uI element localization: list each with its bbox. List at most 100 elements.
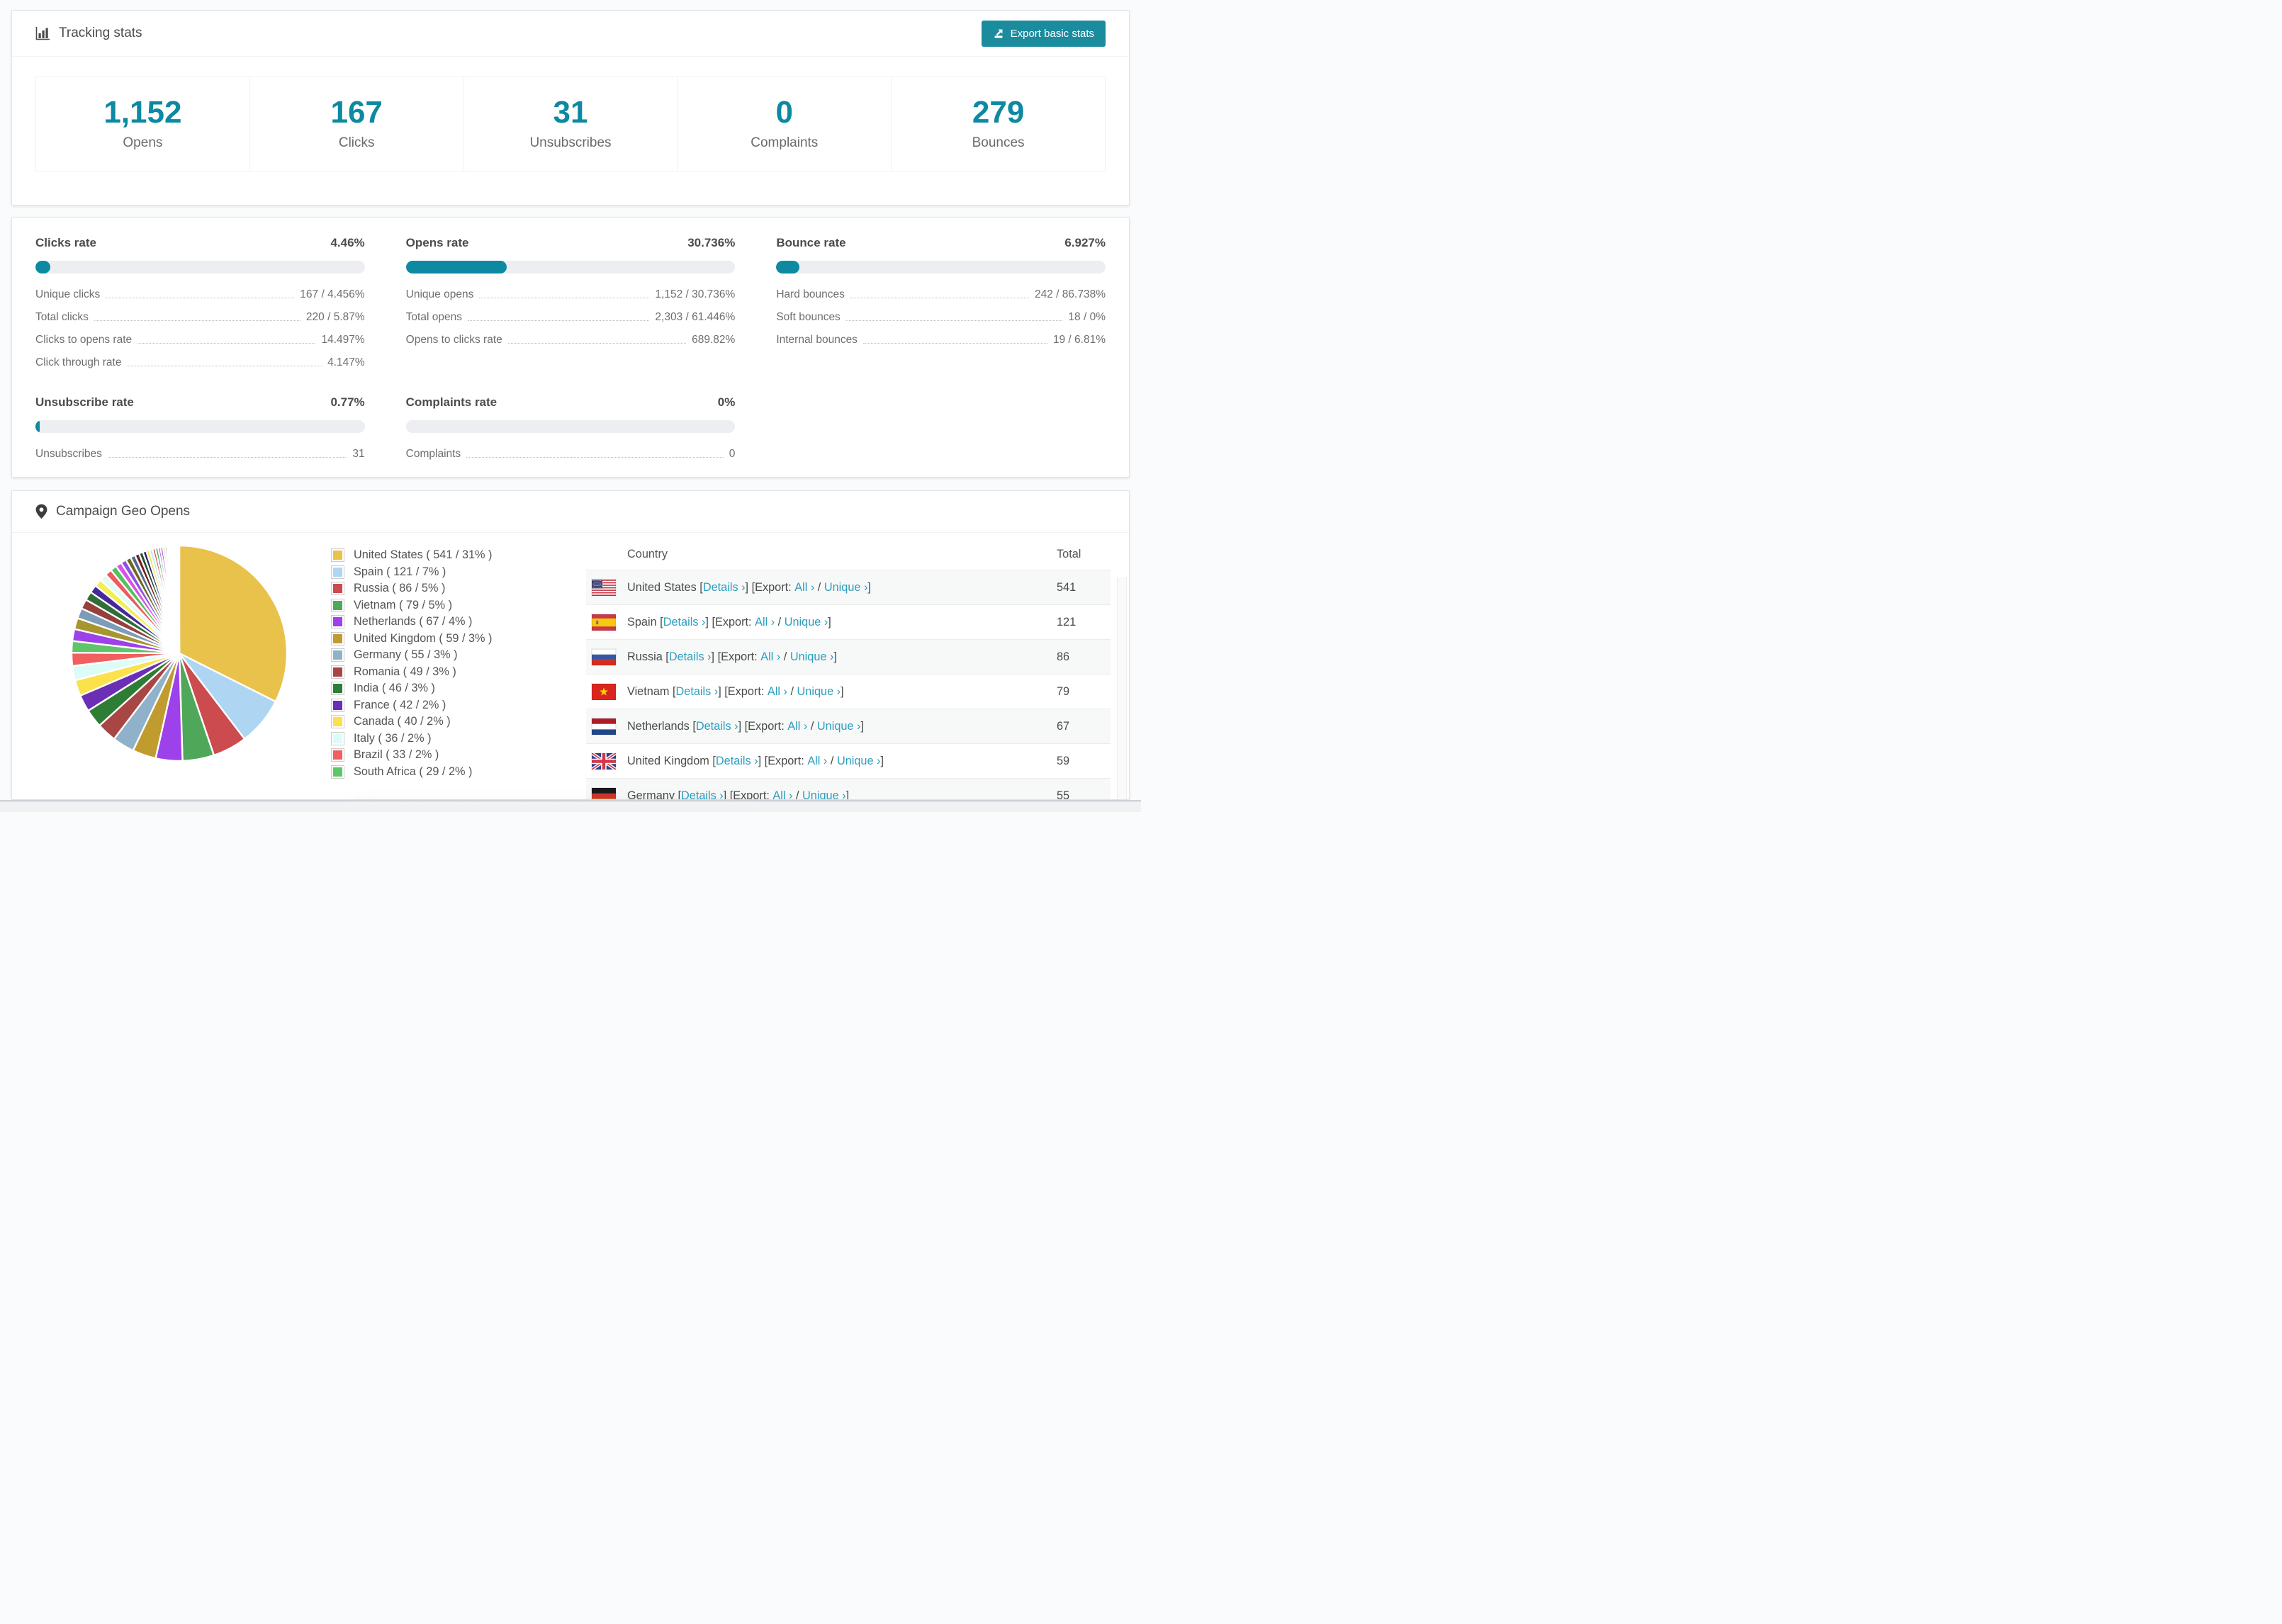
export-unique-link[interactable]: Unique › bbox=[817, 720, 861, 733]
stat-box-complaints: 0 Complaints bbox=[678, 77, 892, 171]
rate-details: Unique opens 1,152 / 30.736% Total opens 2,… bbox=[406, 283, 736, 351]
rate-details: Unsubscribes 31 bbox=[35, 443, 365, 466]
details-link[interactable]: Details › bbox=[696, 720, 738, 733]
detail-value: 14.497% bbox=[321, 334, 365, 346]
export-unique-link[interactable]: Unique › bbox=[797, 685, 841, 699]
column-header-total: Total bbox=[1057, 547, 1081, 560]
export-all-link[interactable]: All › bbox=[787, 720, 807, 733]
export-unique-link[interactable]: Unique › bbox=[802, 789, 846, 800]
detail-row: Unsubscribes 31 bbox=[35, 443, 365, 466]
legend-label: Russia ( 86 / 5% ) bbox=[354, 582, 446, 594]
export-all-link[interactable]: All › bbox=[807, 755, 827, 768]
rate-details: Complaints 0 bbox=[406, 443, 736, 466]
legend-label: Canada ( 40 / 2% ) bbox=[354, 715, 451, 728]
export-unique-link[interactable]: Unique › bbox=[824, 581, 868, 594]
rate-value: 6.927% bbox=[1064, 236, 1106, 249]
flag-icon-ru bbox=[592, 648, 616, 665]
legend-swatch bbox=[331, 631, 344, 645]
legend-label: Brazil ( 33 / 2% ) bbox=[354, 748, 439, 761]
export-basic-stats-button[interactable]: Export basic stats bbox=[981, 20, 1106, 47]
legend-label: Germany ( 55 / 3% ) bbox=[354, 648, 458, 661]
export-unique-link[interactable]: Unique › bbox=[785, 616, 828, 629]
detail-row: Unique opens 1,152 / 30.736% bbox=[406, 283, 736, 306]
details-link[interactable]: Details › bbox=[663, 616, 706, 629]
country-name: Netherlands bbox=[627, 719, 693, 733]
dotted-leader bbox=[845, 320, 1063, 321]
detail-value: 689.82% bbox=[692, 334, 736, 346]
details-link[interactable]: Details › bbox=[669, 650, 712, 664]
stat-label: Complaints bbox=[751, 135, 819, 150]
flag-icon-es bbox=[592, 614, 616, 631]
rate-progress-fill bbox=[405, 261, 507, 274]
export-unique-link[interactable]: Unique › bbox=[790, 650, 834, 664]
legend-label: Italy ( 36 / 2% ) bbox=[354, 731, 432, 745]
legend-item-netherlands: Netherlands ( 67 / 4% ) bbox=[331, 615, 565, 628]
detail-label: Total opens bbox=[405, 311, 462, 323]
page-bottom-edge bbox=[0, 800, 1141, 812]
rate-title: Bounce rate bbox=[776, 236, 846, 249]
details-link[interactable]: Details › bbox=[703, 581, 746, 594]
legend-label: United Kingdom ( 59 / 3% ) bbox=[354, 631, 493, 645]
export-all-link[interactable]: All › bbox=[794, 581, 814, 594]
legend-swatch bbox=[331, 548, 344, 562]
export-all-link[interactable]: All › bbox=[772, 789, 792, 800]
table-scrollbar[interactable] bbox=[1117, 577, 1127, 799]
stat-value: 167 bbox=[330, 95, 383, 130]
export-all-link[interactable]: All › bbox=[760, 650, 780, 664]
detail-label: Hard bounces bbox=[776, 288, 845, 300]
detail-value: 18 / 0% bbox=[1068, 311, 1106, 323]
rate-head: Clicks rate 4.46% bbox=[35, 236, 365, 250]
legend-swatch bbox=[331, 748, 344, 762]
country-cell: Germany [Details ›] [Export: All › / Uni… bbox=[586, 787, 1040, 800]
legend-label: Spain ( 121 / 7% ) bbox=[354, 565, 446, 578]
details-link[interactable]: Details › bbox=[716, 755, 758, 768]
country-cell: Netherlands [Details ›] [Export: All › /… bbox=[586, 718, 1040, 735]
legend-swatch bbox=[331, 582, 344, 595]
flag-icon-us bbox=[592, 579, 616, 596]
bracket: ] bbox=[867, 580, 871, 594]
detail-value: 167 / 4.456% bbox=[300, 288, 365, 300]
table-row-vietnam: Vietnam [Details ›] [Export: All › / Uni… bbox=[586, 675, 1111, 709]
total-value: 86 bbox=[1057, 650, 1070, 663]
legend-label: Romania ( 49 / 3% ) bbox=[354, 665, 456, 678]
rate-head: Opens rate 30.736% bbox=[406, 236, 736, 250]
country-cell: United Kingdom [Details ›] [Export: All … bbox=[586, 752, 1040, 769]
legend-swatch bbox=[331, 682, 344, 695]
detail-label: Clicks to opens rate bbox=[35, 334, 133, 346]
table-row-united-states: United States [Details ›] [Export: All ›… bbox=[586, 570, 1111, 605]
details-link[interactable]: Details › bbox=[676, 685, 719, 699]
export-all-link[interactable]: All › bbox=[768, 685, 787, 699]
stat-value: 31 bbox=[553, 95, 588, 130]
legend-item-germany: Germany ( 55 / 3% ) bbox=[331, 648, 565, 662]
legend-item-vietnam: Vietnam ( 79 / 5% ) bbox=[331, 598, 565, 612]
legend-item-france: France ( 42 / 2% ) bbox=[331, 698, 565, 712]
legend-label: South Africa ( 29 / 2% ) bbox=[354, 765, 473, 778]
card-title: Campaign Geo Opens bbox=[56, 504, 191, 519]
bracket: ] bbox=[845, 789, 850, 800]
detail-value: 19 / 6.81% bbox=[1052, 334, 1106, 346]
legend-swatch bbox=[331, 615, 344, 628]
detail-row: Hard bounces 242 / 86.738% bbox=[776, 283, 1106, 306]
rate-block-opens-rate: Opens rate 30.736% Unique opens 1,152 / 30.… bbox=[405, 236, 736, 374]
country-cell: Russia [Details ›] [Export: All › / Uniq… bbox=[586, 648, 1040, 665]
stat-value: 1,152 bbox=[103, 95, 182, 130]
detail-value: 31 bbox=[352, 448, 365, 460]
export-unique-link[interactable]: Unique › bbox=[837, 755, 881, 768]
rate-block-unsubscribe-rate: Unsubscribe rate 0.77% Unsubscribes 31 bbox=[35, 395, 365, 466]
export-all-link[interactable]: All › bbox=[755, 616, 775, 629]
rate-value: 0% bbox=[717, 395, 736, 409]
total-value: 67 bbox=[1057, 719, 1070, 733]
separator: / bbox=[827, 754, 837, 767]
dotted-leader bbox=[467, 320, 650, 321]
rate-progress-track bbox=[35, 261, 365, 274]
separator: / bbox=[780, 650, 790, 663]
details-link[interactable]: Details › bbox=[681, 789, 724, 800]
bracket: ] [Export: bbox=[738, 719, 788, 733]
detail-row: Total opens 2,303 / 61.446% bbox=[406, 306, 736, 329]
rate-progress-fill bbox=[35, 420, 40, 433]
dotted-leader bbox=[137, 343, 316, 344]
flag-icon-nl bbox=[592, 718, 616, 735]
export-icon bbox=[993, 28, 1004, 39]
stat-box-bounces: 279 Bounces bbox=[892, 77, 1105, 171]
rate-value: 0.77% bbox=[330, 395, 365, 409]
